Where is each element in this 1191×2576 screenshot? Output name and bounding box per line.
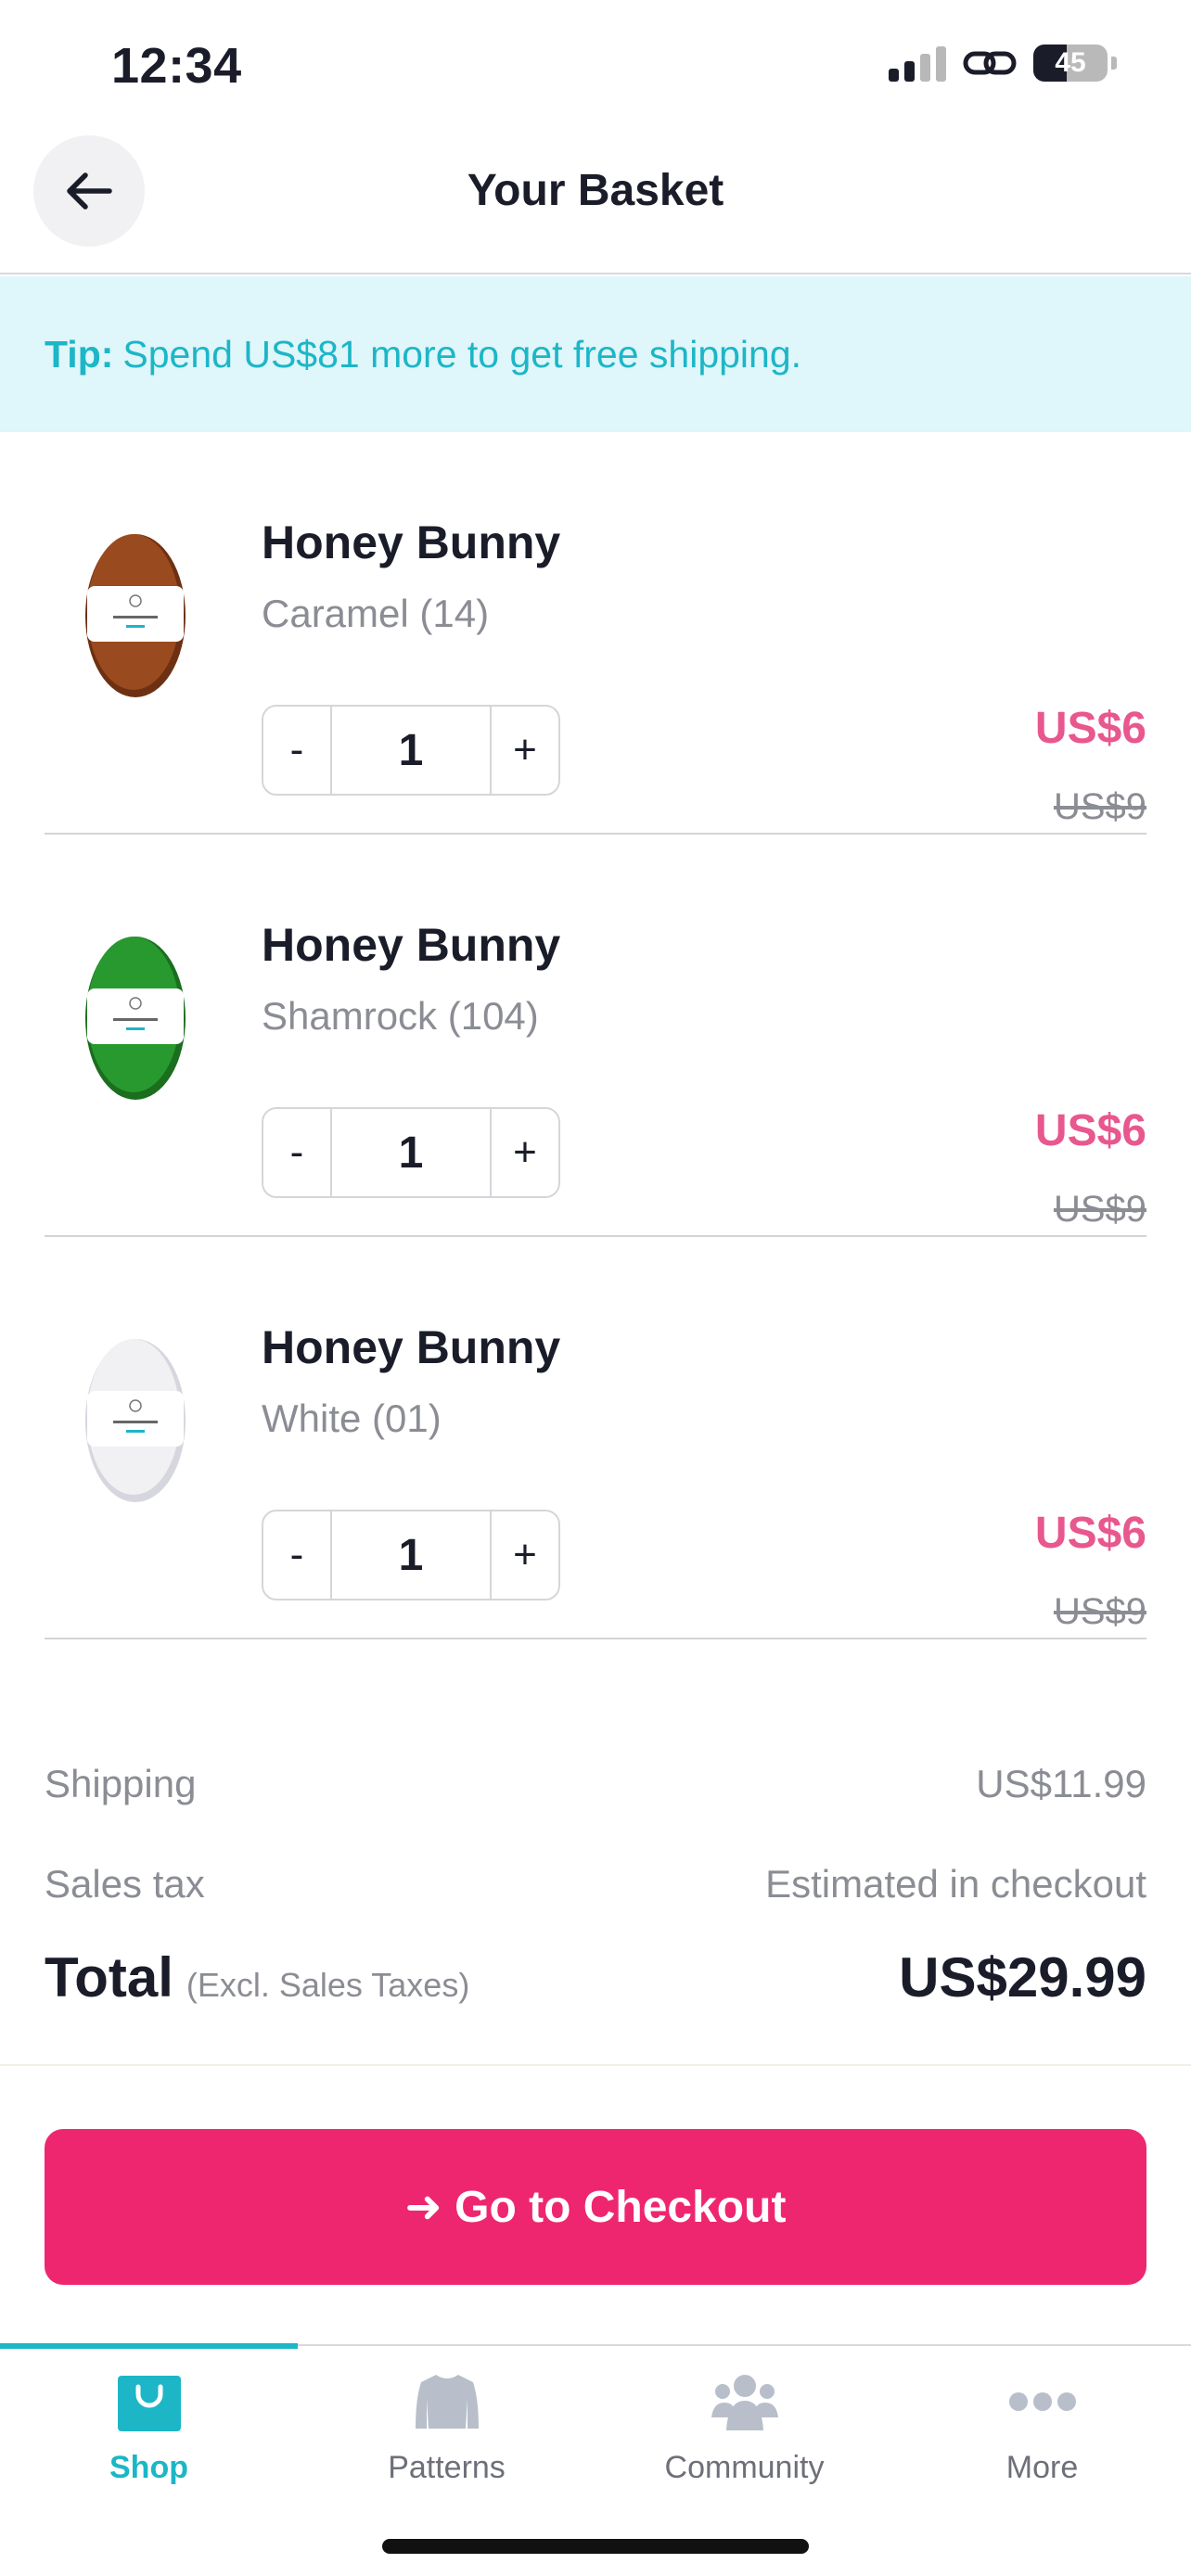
basket-items: Honey Bunny Caramel (14) - 1 + US$6 US$9… [0,432,1191,1639]
battery-level: 45 [1055,47,1086,78]
item-name: Honey Bunny [262,1321,561,1373]
decrease-button[interactable]: - [263,1511,330,1599]
yarn-ball-icon [85,534,186,697]
tip-label: Tip: [45,332,114,376]
link-icon [963,51,1017,75]
item-variant: White (01) [262,1396,442,1440]
header: Your Basket [0,130,1191,274]
yarn-ball-icon [85,937,186,1100]
decrease-button[interactable]: - [263,1109,330,1196]
quantity-stepper: - 1 + [262,1510,560,1600]
total-note: (Excl. Sales Taxes) [186,1966,470,2004]
yarn-ball-icon [85,1339,186,1502]
battery-tip [1111,57,1117,70]
increase-button[interactable]: + [492,1511,558,1599]
tab-more[interactable]: More [893,2346,1191,2494]
tip-banner: Tip: Spend US$81 more to get free shippi… [0,276,1191,432]
item-price: US$6 [1034,1106,1146,1155]
tab-shop[interactable]: Shop [0,2346,298,2494]
item-variant: Caramel (14) [262,592,490,635]
basket-item: Honey Bunny Caramel (14) - 1 + US$6 US$9 [45,432,1146,835]
shipping-label: Shipping [45,1762,197,1805]
tip-text: Spend US$81 more to get free shipping. [122,332,802,376]
home-indicator [382,2539,809,2554]
tab-label: Patterns [388,2450,506,2485]
total-label: Total [45,1946,173,2009]
quantity-value[interactable]: 1 [330,707,492,794]
increase-button[interactable]: + [492,1109,558,1196]
tab-community[interactable]: Community [596,2346,893,2494]
shopping-bag-icon [117,2376,181,2431]
signal-icon [889,45,946,82]
basket-item: Honey Bunny White (01) - 1 + US$6 US$9 [45,1237,1146,1639]
item-old-price: US$9 [1053,1189,1146,1230]
quantity-value[interactable]: 1 [330,1511,492,1599]
item-variant: Shamrock (104) [262,994,539,1038]
people-icon [711,2375,778,2430]
ellipsis-icon [1008,2392,1076,2411]
quantity-stepper: - 1 + [262,1107,560,1198]
checkout-button[interactable]: ➜ Go to Checkout [45,2129,1146,2285]
item-price: US$6 [1034,1509,1146,1558]
item-price: US$6 [1034,704,1146,753]
tax-value: Estimated in checkout [765,1862,1146,1906]
checkout-area: ➜ Go to Checkout [0,2064,1191,2344]
decrease-button[interactable]: - [263,707,330,794]
sweater-icon [415,2375,479,2429]
status-icons: 45 [889,45,1117,82]
tab-label: More [1005,2450,1079,2485]
tax-row: Sales tax Estimated in checkout [45,1862,1146,1906]
total-value: US$29.99 [899,1946,1146,2009]
shipping-row: Shipping US$11.99 [45,1762,1146,1806]
total-row: Total (Excl. Sales Taxes) US$29.99 [45,1945,1146,2009]
shipping-value: US$11.99 [976,1762,1146,1805]
item-old-price: US$9 [1053,1591,1146,1632]
tab-patterns[interactable]: Patterns [298,2346,596,2494]
item-old-price: US$9 [1053,786,1146,827]
quantity-value[interactable]: 1 [330,1109,492,1196]
status-bar: 12:34 45 [0,0,1191,130]
basket-item: Honey Bunny Shamrock (104) - 1 + US$6 US… [45,835,1146,1237]
quantity-stepper: - 1 + [262,705,560,796]
battery-icon: 45 [1033,45,1108,82]
tab-label: Community [664,2450,825,2485]
item-name: Honey Bunny [262,516,561,568]
tab-label: Shop [109,2450,188,2485]
increase-button[interactable]: + [492,707,558,794]
status-time: 12:34 [111,38,242,94]
page-title: Your Basket [467,166,724,215]
tax-label: Sales tax [45,1862,205,1906]
item-name: Honey Bunny [262,919,561,971]
